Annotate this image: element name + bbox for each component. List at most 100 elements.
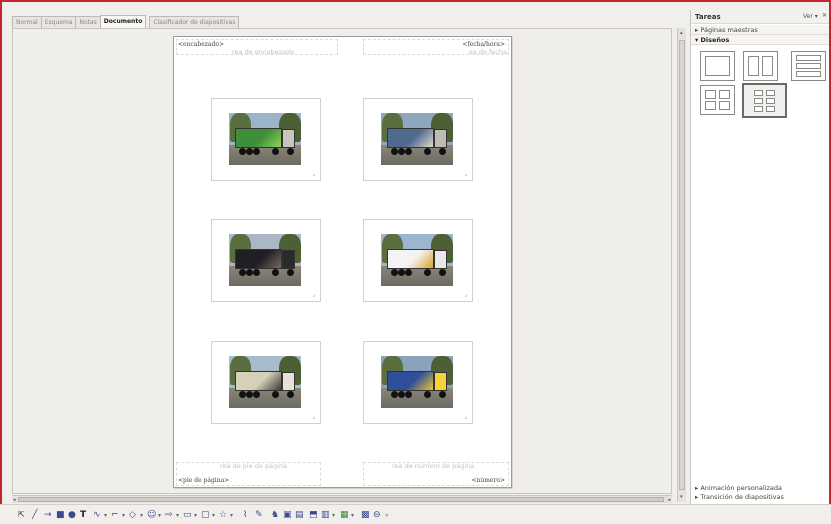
layout-cell — [705, 90, 716, 99]
truck-wheel — [246, 147, 254, 155]
handout-slide-4[interactable]: ⌟ — [363, 219, 473, 302]
curve-icon[interactable]: ∿ — [93, 509, 101, 521]
truck-trailer — [234, 370, 283, 392]
chevron-down-icon[interactable]: ▾ — [104, 510, 107, 522]
tab-outline[interactable]: Esquema — [40, 16, 77, 28]
section-label: Páginas maestras — [700, 26, 758, 34]
layout-cell — [796, 55, 821, 61]
layout-four-slides[interactable] — [700, 85, 735, 115]
fontwork-icon[interactable]: ♞ — [271, 509, 279, 521]
section-layouts[interactable]: ▾ Diseños — [691, 35, 829, 45]
chevron-down-icon[interactable]: ▾ — [176, 510, 179, 522]
symbol-shapes-icon[interactable]: ☺ — [147, 509, 156, 521]
truck-wheel — [391, 390, 399, 398]
callouts-icon[interactable]: ▢ — [201, 509, 210, 521]
select-icon[interactable]: ⇱ — [18, 509, 25, 521]
flowchart-icon[interactable]: ▭ — [183, 509, 192, 521]
chevron-down-icon[interactable]: ▾ — [351, 510, 354, 522]
chevron-down-icon[interactable]: ▾ — [140, 510, 143, 522]
header-placeholder: <encabezado> — [178, 41, 224, 48]
truck-wheel — [391, 147, 399, 155]
section-label: Transición de diapositivas — [700, 493, 784, 501]
text-icon[interactable]: T — [80, 509, 86, 521]
rectangle-icon[interactable]: ■ — [56, 509, 65, 521]
ellipse-icon[interactable]: ● — [68, 509, 76, 521]
points-icon[interactable]: ⌇ — [243, 509, 247, 521]
scroll-up-icon[interactable]: ▴ — [680, 30, 683, 36]
truck-cab — [434, 128, 448, 149]
handout-slide-1[interactable]: ⌟ — [211, 98, 321, 181]
layout-cell — [754, 90, 763, 96]
truck-photo-4 — [381, 234, 453, 286]
tab-slide-sorter[interactable]: Clasificador de diapositivas — [149, 16, 240, 28]
scroll-right-icon[interactable]: ▸ — [668, 497, 671, 503]
layout-three-slides[interactable] — [791, 51, 826, 81]
chevron-down-icon[interactable]: ▾ — [332, 510, 335, 522]
chevron-down-icon[interactable]: ▾ — [230, 510, 233, 522]
layout-cell — [748, 56, 759, 76]
stars-icon[interactable]: ☆ — [219, 509, 227, 521]
task-pane-header: Tareas Ver ▾ ✕ — [691, 10, 829, 24]
vertical-scrollbar[interactable]: ▴ ▾ — [677, 28, 686, 502]
align-icon[interactable]: ▥ — [321, 509, 330, 521]
page-number-area-label: rea de número de página — [392, 462, 475, 470]
handout-slide-6[interactable]: ⌟ — [363, 341, 473, 424]
chevron-down-icon[interactable]: ▾ — [212, 510, 215, 522]
layout-cell — [796, 71, 821, 77]
horizontal-scroll-thumb[interactable] — [18, 497, 664, 502]
connector-icon[interactable]: ⌐ — [111, 509, 119, 521]
vertical-scroll-thumb[interactable] — [679, 40, 685, 490]
slide-corner-marker: ⌟ — [464, 292, 467, 298]
tab-handout[interactable]: Documento — [99, 15, 147, 28]
truck-photo-6 — [381, 356, 453, 408]
line-icon[interactable]: ╱ — [32, 509, 37, 521]
shadow-icon[interactable]: ▩ — [361, 509, 370, 521]
section-slide-transition[interactable]: ▸ Transición de diapositivas — [691, 492, 829, 502]
layout-two-slides[interactable] — [743, 51, 778, 81]
chevron-down-icon[interactable]: ▾ — [122, 510, 125, 522]
section-master-pages[interactable]: ▸ Páginas maestras — [691, 25, 829, 35]
arrange-icon[interactable]: ▦ — [340, 509, 349, 521]
section-label: Animación personalizada — [700, 484, 782, 492]
toolbar-overflow-icon[interactable]: » — [385, 510, 389, 522]
tab-notes[interactable]: Notas — [75, 16, 101, 28]
datetime-area-label: ea de fecha — [468, 48, 507, 56]
handout-slide-2[interactable]: ⌟ — [363, 98, 473, 181]
horizontal-scrollbar[interactable]: ◂ ▸ — [12, 495, 672, 503]
close-icon[interactable]: ✕ — [822, 12, 827, 19]
gallery-icon[interactable]: ▤ — [295, 509, 304, 521]
slide-corner-marker: ⌟ — [464, 414, 467, 420]
from-file-icon[interactable]: ▣ — [283, 509, 292, 521]
truck-wheel — [424, 268, 432, 276]
arrow-icon[interactable]: → — [44, 509, 52, 521]
view-tabs: Normal Esquema Notas Documento Clasifica… — [12, 14, 240, 28]
glue-points-icon[interactable]: ✎ — [255, 509, 263, 521]
handout-slide-3[interactable]: ⌟ — [211, 219, 321, 302]
truck-wheel — [286, 268, 294, 276]
truck-wheel — [272, 268, 280, 276]
truck-cab — [282, 249, 296, 270]
truck-wheel — [272, 390, 280, 398]
slide-corner-marker: ⌟ — [312, 292, 315, 298]
chevron-down-icon[interactable]: ▾ — [158, 510, 161, 522]
section-label: Diseños — [700, 36, 730, 44]
layout-six-slides-selected[interactable] — [742, 83, 787, 118]
tab-normal[interactable]: Normal — [12, 16, 42, 28]
scroll-left-icon[interactable]: ◂ — [13, 497, 16, 503]
toolbar-options-icon[interactable]: ⊖ — [373, 509, 381, 521]
layout-cell — [719, 101, 730, 110]
task-pane-view-menu[interactable]: Ver ▾ — [803, 13, 818, 20]
basic-shapes-icon[interactable]: ◇ — [129, 509, 136, 521]
block-arrows-icon[interactable]: ⇨ — [165, 509, 173, 521]
extrusion-icon[interactable]: ⬒ — [309, 509, 318, 521]
truck-wheel — [246, 390, 254, 398]
scroll-down-icon[interactable]: ▾ — [680, 494, 683, 500]
task-pane-title: Tareas — [695, 13, 721, 21]
layout-one-slide[interactable] — [700, 51, 735, 81]
handout-slide-5[interactable]: ⌟ — [211, 341, 321, 424]
truck-photo-1 — [229, 113, 301, 165]
truck-wheel — [438, 147, 446, 155]
chevron-down-icon[interactable]: ▾ — [194, 510, 197, 522]
handout-page[interactable]: <encabezado> rea de encabezado <fecha/ho… — [173, 36, 512, 488]
view-menu-label: Ver — [803, 13, 813, 20]
